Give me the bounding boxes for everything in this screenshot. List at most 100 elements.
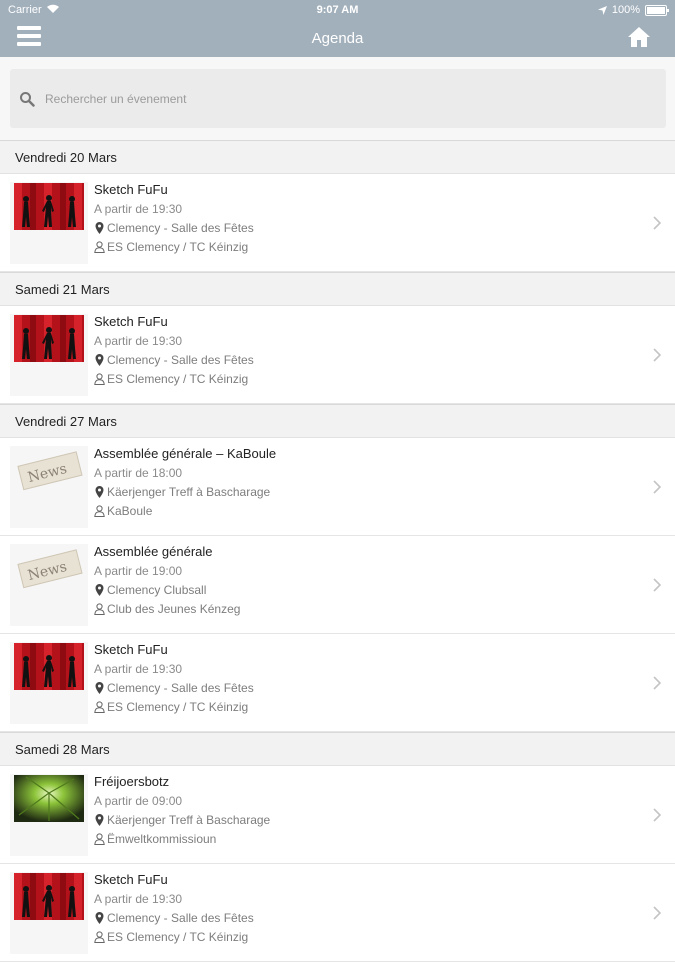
event-time: A partir de 19:30 (94, 662, 183, 676)
event-organizer-text: ES Clemency / TC Kéinzig (107, 700, 249, 714)
event-time: A partir de 19:00 (94, 564, 183, 578)
event-title: Sketch FuFu (94, 642, 168, 657)
event-time: A partir de 19:30 (94, 334, 183, 348)
event-organizer: ES Clemency / TC Kéinzig (94, 240, 248, 254)
event-list: Vendredi 20 Mars Sketch FuFu A partir de 1… (0, 140, 675, 962)
chevron-right-icon (653, 676, 662, 690)
map-pin-icon (95, 912, 104, 924)
location-arrow-icon (597, 5, 607, 15)
nature-image (14, 775, 84, 822)
event-organizer-text: ES Clemency / TC Kéinzig (107, 240, 249, 254)
search-box[interactable] (10, 69, 666, 128)
user-icon (94, 373, 105, 385)
event-thumbnail: News (14, 545, 84, 592)
event-location-text: Käerjenger Treff à Bascharage (107, 813, 271, 827)
event-location: Clemency - Salle des Fêtes (94, 911, 254, 925)
event-location: Käerjenger Treff à Bascharage (94, 813, 270, 827)
battery-icon (645, 4, 669, 16)
event-thumbnail (14, 643, 84, 690)
event-thumbnail (14, 775, 84, 822)
event-location: Clemency - Salle des Fêtes (94, 221, 254, 235)
search-input[interactable] (43, 87, 647, 111)
status-time: 9:07 AM (316, 4, 359, 16)
event-title: Assemblée générale (94, 544, 213, 559)
event-location-text: Käerjenger Treff à Bascharage (107, 485, 271, 499)
section-date-header: Samedi 21 Mars (0, 272, 675, 306)
status-right: 100% (597, 4, 669, 16)
chevron-right-icon (653, 906, 662, 920)
event-organizer-text: ES Clemency / TC Kéinzig (107, 372, 249, 386)
event-title: Sketch FuFu (94, 872, 168, 887)
theatre-image (14, 315, 84, 362)
event-organizer: Ëmweltkommissioun (94, 832, 216, 846)
search-area (0, 57, 675, 140)
map-pin-icon (95, 354, 104, 366)
event-organizer: ES Clemency / TC Kéinzig (94, 372, 248, 386)
event-location: Clemency - Salle des Fêtes (94, 353, 254, 367)
chevron-right-icon (653, 480, 662, 494)
event-location-text: Clemency - Salle des Fêtes (107, 681, 254, 695)
event-location: Käerjenger Treff à Bascharage (94, 485, 270, 499)
event-time: A partir de 09:00 (94, 794, 183, 808)
event-time: A partir de 18:00 (94, 466, 183, 480)
event-row[interactable]: Sketch FuFu A partir de 19:30 Clemency - S… (0, 864, 675, 962)
map-pin-icon (95, 486, 104, 498)
page-title: Agenda (311, 30, 364, 47)
navigation-bar: Agenda (0, 20, 675, 57)
event-organizer: ES Clemency / TC Kéinzig (94, 930, 248, 944)
theatre-image (14, 643, 84, 690)
theatre-image (14, 873, 84, 920)
chevron-right-icon (653, 348, 662, 362)
map-pin-icon (95, 584, 104, 596)
event-location: Clemency Clubsall (94, 583, 206, 597)
event-row[interactable]: Sketch FuFu A partir de 19:30 Clemency - S… (0, 174, 675, 272)
user-icon (94, 505, 105, 517)
chevron-right-icon (653, 216, 662, 230)
section-date-header: Vendredi 27 Mars (0, 404, 675, 438)
chevron-right-icon (653, 578, 662, 592)
event-row[interactable]: News Assemblée générale – KaBoule A partir… (0, 438, 675, 536)
event-time: A partir de 19:30 (94, 892, 183, 906)
event-thumbnail (14, 183, 84, 230)
home-button[interactable] (627, 26, 653, 50)
event-thumbnail: News (14, 447, 84, 494)
event-organizer-text: Club des Jeunes Kénzeg (107, 602, 241, 616)
event-organizer: ES Clemency / TC Kéinzig (94, 700, 248, 714)
event-location-text: Clemency Clubsall (107, 583, 207, 597)
event-title: Sketch FuFu (94, 182, 168, 197)
news-image: News (14, 545, 84, 592)
event-organizer-text: ES Clemency / TC Kéinzig (107, 930, 249, 944)
user-icon (94, 603, 105, 615)
event-location-text: Clemency - Salle des Fêtes (107, 353, 254, 367)
event-organizer: Club des Jeunes Kénzeg (94, 602, 240, 616)
event-organizer-text: Ëmweltkommissioun (107, 832, 217, 846)
search-icon (20, 92, 35, 107)
event-thumbnail (14, 873, 84, 920)
user-icon (94, 701, 105, 713)
event-title: Fréijoersbotz (94, 774, 170, 789)
theatre-image (14, 183, 84, 230)
map-pin-icon (95, 222, 104, 234)
map-pin-icon (95, 814, 104, 826)
event-row[interactable]: Sketch FuFu A partir de 19:30 Clemency - S… (0, 634, 675, 732)
event-row[interactable]: Sketch FuFu A partir de 19:30 Clemency - S… (0, 306, 675, 404)
event-location-text: Clemency - Salle des Fêtes (107, 911, 254, 925)
section-date-header: Vendredi 20 Mars (0, 140, 675, 174)
battery-label: 100% (611, 4, 640, 16)
event-row[interactable]: Fréijoersbotz A partir de 09:00 Käerjenger… (0, 766, 675, 864)
user-icon (94, 931, 105, 943)
event-thumbnail (14, 315, 84, 362)
chevron-right-icon (653, 808, 662, 822)
user-icon (94, 833, 105, 845)
event-organizer: KaBoule (94, 504, 152, 518)
section-date-header: Samedi 28 Mars (0, 732, 675, 766)
event-title: Assemblée générale – KaBoule (94, 446, 277, 461)
news-image: News (14, 447, 84, 494)
status-bar: Carrier 9:07 AM 100% (0, 0, 675, 20)
event-location: Clemency - Salle des Fêtes (94, 681, 254, 695)
event-location-text: Clemency - Salle des Fêtes (107, 221, 254, 235)
map-pin-icon (95, 682, 104, 694)
event-row[interactable]: News Assemblée générale A partir de 19:00 C… (0, 536, 675, 634)
home-icon (628, 27, 650, 47)
user-icon (94, 241, 105, 253)
